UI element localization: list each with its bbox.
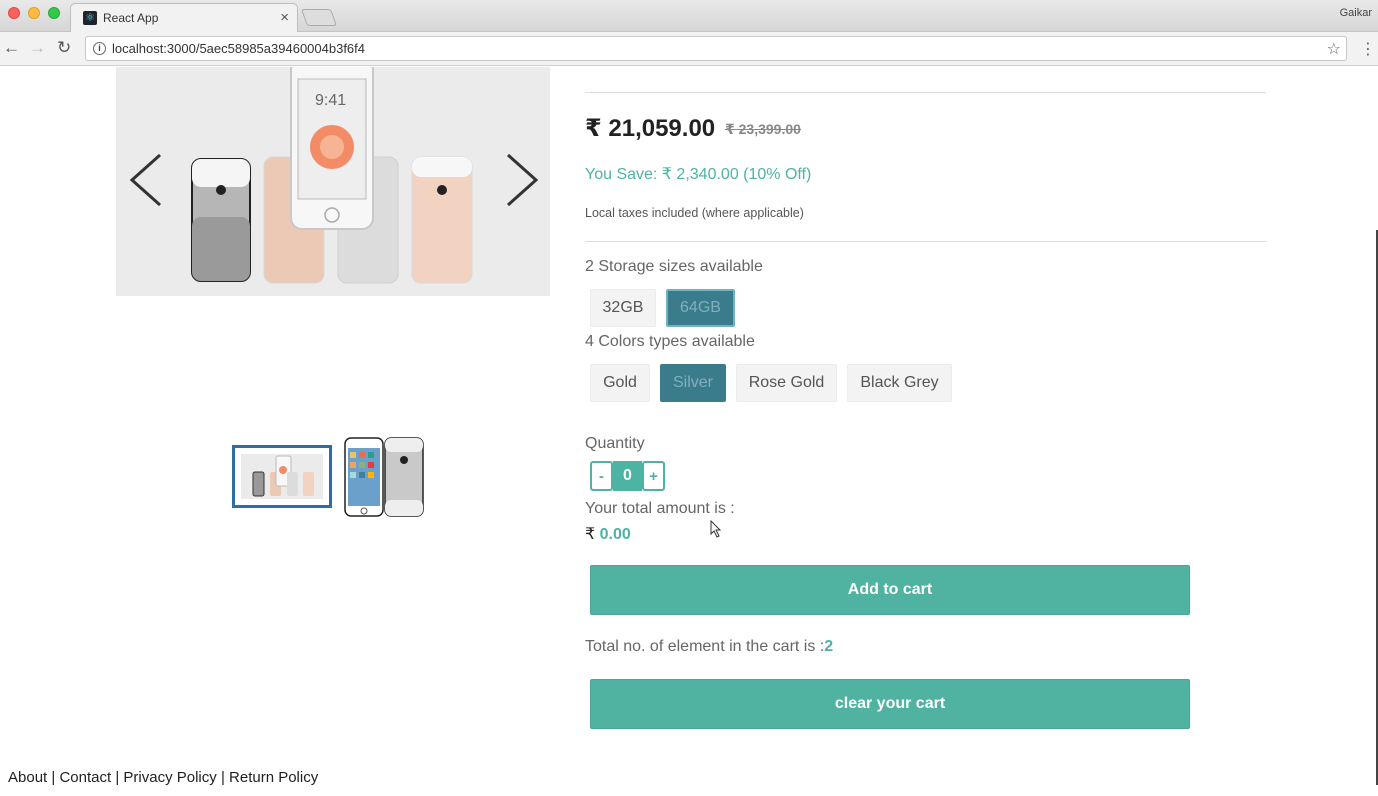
product-image-carousel: 9:41: [116, 67, 550, 296]
quantity-stepper: - 0 +: [590, 461, 667, 491]
address-bar[interactable]: i localhost:3000/5aec58985a39460004b3f6f…: [85, 36, 1347, 61]
new-tab-button[interactable]: [300, 9, 338, 26]
window-close-button[interactable]: [8, 7, 20, 19]
thumbnail-1[interactable]: [232, 445, 332, 508]
thumbnail-2[interactable]: [343, 436, 425, 518]
original-price: ₹ 23,399.00: [725, 121, 801, 137]
footer-separator: |: [220, 769, 225, 786]
savings-text: You Save: ₹ 2,340.00 (10% Off): [585, 166, 812, 183]
footer-link-about[interactable]: About: [8, 769, 47, 786]
profile-name[interactable]: Gaikar: [1340, 7, 1372, 19]
tax-note: Local taxes included (where applicable): [585, 206, 804, 220]
window-zoom-button[interactable]: [48, 7, 60, 19]
info-icon[interactable]: i: [93, 42, 106, 55]
menu-dots-icon[interactable]: ⋮: [1360, 39, 1376, 59]
forward-arrow-icon[interactable]: →: [29, 38, 46, 58]
storage-option-32gb[interactable]: 32GB: [590, 289, 656, 327]
chevron-right-icon[interactable]: [500, 153, 540, 207]
product-image: 9:41: [191, 67, 473, 284]
close-icon[interactable]: ×: [280, 9, 289, 26]
storage-label: 2 Storage sizes available: [585, 258, 763, 275]
tab-title: React App: [103, 11, 159, 25]
color-option-gold[interactable]: Gold: [590, 364, 650, 402]
footer-link-privacy-policy[interactable]: Privacy Policy: [123, 769, 216, 786]
clear-cart-button[interactable]: clear your cart: [590, 679, 1190, 729]
cart-count-label: Total no. of element in the cart is :: [585, 638, 825, 655]
browser-tab[interactable]: ⚛ React App ×: [70, 3, 298, 32]
total-amount-value: 0.00: [599, 526, 631, 543]
quantity-increment-button[interactable]: +: [642, 461, 665, 491]
quantity-decrement-button[interactable]: -: [590, 461, 613, 491]
react-icon: ⚛: [83, 11, 97, 25]
color-option-silver[interactable]: Silver: [660, 364, 726, 402]
product-price: ₹ 21,059.00: [585, 115, 716, 142]
page-viewport: 9:41 ₹ 21,059.00 ₹ 23,399.00 You Save: ₹…: [0, 67, 1378, 796]
total-amount-label: Your total amount is :: [585, 500, 735, 517]
footer-link-contact[interactable]: Contact: [59, 769, 111, 786]
quantity-value: 0: [613, 461, 642, 491]
reload-icon[interactable]: ↻: [57, 38, 71, 58]
url-text[interactable]: localhost:3000/5aec58985a39460004b3f6f4: [112, 41, 365, 56]
total-amount: ₹ 0.00: [585, 524, 631, 544]
divider: [585, 92, 1266, 93]
storage-option-64gb[interactable]: 64GB: [666, 289, 735, 327]
cart-count-value: 2: [824, 638, 834, 655]
footer-links: About | Contact | Privacy Policy | Retur…: [8, 769, 318, 786]
thumbnail-image: [241, 454, 323, 499]
window-minimize-button[interactable]: [28, 7, 40, 19]
footer-separator: |: [51, 769, 56, 786]
browser-titlebar: ⚛ React App × Gaikar: [0, 0, 1378, 32]
divider: [585, 241, 1266, 242]
colors-label: 4 Colors types available: [585, 333, 755, 350]
color-option-rose-gold[interactable]: Rose Gold: [736, 364, 837, 402]
bookmark-star-icon[interactable]: ☆: [1327, 39, 1341, 59]
chevron-left-icon[interactable]: [128, 153, 168, 207]
color-option-black-grey[interactable]: Black Grey: [847, 364, 952, 402]
browser-toolbar: ← → ↻ i localhost:3000/5aec58985a3946000…: [0, 32, 1378, 66]
footer-separator: |: [115, 769, 120, 786]
mouse-cursor-icon: [710, 520, 722, 538]
back-arrow-icon[interactable]: ←: [3, 38, 20, 58]
currency-symbol: ₹: [585, 526, 596, 543]
footer-link-return-policy[interactable]: Return Policy: [229, 769, 318, 786]
phone-screen-time: 9:41: [315, 92, 346, 109]
cart-count-line: Total no. of element in the cart is :2: [585, 638, 833, 656]
add-to-cart-button[interactable]: Add to cart: [590, 565, 1190, 615]
quantity-label: Quantity: [585, 435, 645, 452]
thumbnail-image: [344, 437, 424, 517]
